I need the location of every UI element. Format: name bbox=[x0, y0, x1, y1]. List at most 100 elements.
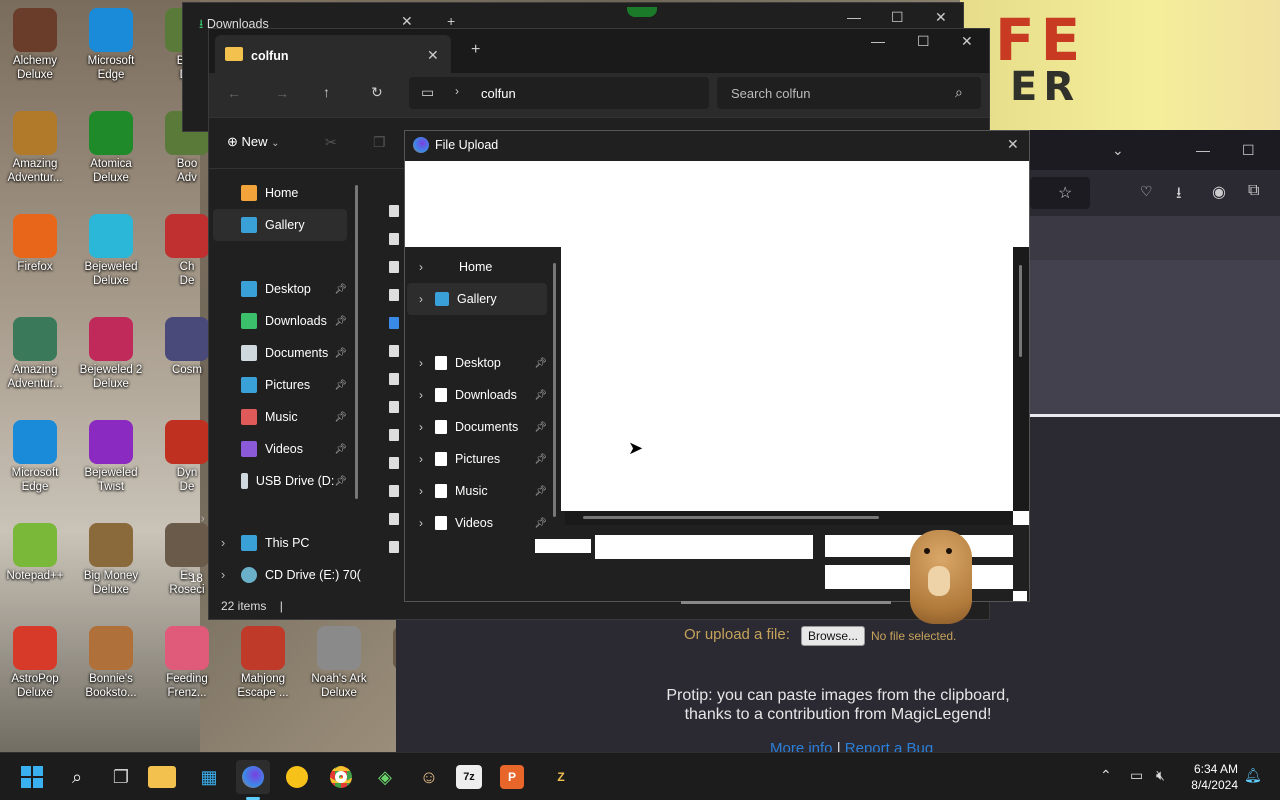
zuma-icon[interactable]: Z bbox=[544, 760, 578, 794]
file-icon[interactable] bbox=[389, 485, 399, 497]
file-explorer-taskbar-icon[interactable] bbox=[148, 766, 176, 788]
file-icon[interactable] bbox=[389, 541, 399, 553]
expand-chevron-icon[interactable]: › bbox=[407, 356, 435, 370]
dialog-nav-item[interactable]: › Home bbox=[407, 251, 547, 283]
desktop-icon[interactable]: Bejeweled 2 Deluxe bbox=[76, 317, 146, 391]
desktop-icon[interactable]: AstroPop Deluxe bbox=[0, 626, 70, 700]
file-icon[interactable] bbox=[389, 429, 399, 441]
pocket-icon[interactable]: ♡ bbox=[1140, 183, 1153, 200]
file-icon[interactable] bbox=[389, 373, 399, 385]
expand-chevron-icon[interactable]: › bbox=[407, 516, 435, 530]
store-icon[interactable]: ▦ bbox=[192, 760, 226, 794]
dialog-file-list[interactable] bbox=[561, 247, 1013, 511]
sticky-app-icon[interactable] bbox=[280, 760, 314, 794]
address-box[interactable]: ▭ › colfun bbox=[409, 77, 709, 109]
7zip-icon[interactable]: 7z bbox=[456, 765, 482, 789]
nav-this-pc[interactable]: › This PC bbox=[221, 527, 371, 559]
desktop-icon[interactable]: Notepad++ bbox=[0, 523, 70, 583]
firefox-maximize-icon[interactable]: ☐ bbox=[1242, 142, 1255, 159]
search-taskbar-icon[interactable]: ⌕ bbox=[60, 760, 94, 794]
expand-chevron-icon[interactable]: › bbox=[407, 420, 435, 434]
powerpoint-icon[interactable]: P bbox=[500, 765, 524, 789]
chrome-icon[interactable] bbox=[324, 760, 358, 794]
desktop-icon[interactable]: Feeding Frenz... bbox=[152, 626, 222, 700]
explorer-nav-item[interactable]: Gallery bbox=[213, 209, 347, 241]
volume-muted-icon[interactable]: 🔇︎ bbox=[1156, 767, 1165, 784]
dialog-vscroll-thumb[interactable] bbox=[1019, 265, 1022, 357]
downloads-minimize-icon[interactable]: — bbox=[847, 9, 861, 25]
explorer-nav-item[interactable]: Pictures 📌︎ bbox=[213, 369, 347, 401]
explorer-close-icon[interactable]: ✕ bbox=[961, 33, 973, 50]
notification-bell-icon[interactable]: 🔔︎ bbox=[1244, 767, 1262, 784]
explorer-minimize-icon[interactable]: — bbox=[871, 33, 885, 49]
task-view-icon[interactable]: ❐ bbox=[104, 760, 138, 794]
filename-input[interactable] bbox=[595, 535, 813, 559]
bookmark-star-icon[interactable]: ☆ bbox=[1058, 183, 1072, 203]
file-icon[interactable] bbox=[389, 289, 399, 301]
desktop-icon[interactable]: Noah's Ark Deluxe bbox=[304, 626, 374, 700]
account-icon[interactable]: ◉ bbox=[1212, 182, 1226, 202]
file-icon[interactable] bbox=[389, 513, 399, 525]
game-cube-icon[interactable]: ◈ bbox=[368, 760, 402, 794]
desktop-icon[interactable]: Big Money Deluxe bbox=[76, 523, 146, 597]
desktop-icon[interactable]: Mahjong Escape ... bbox=[228, 626, 298, 700]
explorer-nav-item[interactable]: Downloads 📌︎ bbox=[213, 305, 347, 337]
tab-list-icon[interactable]: ⌄ bbox=[1112, 142, 1124, 159]
desktop-icon[interactable]: Amazing Adventur... bbox=[0, 111, 70, 185]
dialog-nav-item[interactable]: › Gallery bbox=[407, 283, 547, 315]
search-box[interactable]: Search colfun ⌕ bbox=[717, 77, 981, 109]
dialog-close-icon[interactable]: ✕ bbox=[1007, 136, 1019, 153]
dialog-nav-item[interactable]: › Videos 📌︎ bbox=[407, 507, 547, 539]
forward-icon[interactable]: → bbox=[275, 85, 289, 101]
clock[interactable]: 6:34 AM 8/4/2024 bbox=[1182, 761, 1238, 793]
dialog-nav-item[interactable]: › Desktop 📌︎ bbox=[407, 347, 547, 379]
dialog-nav-scrollbar[interactable] bbox=[553, 263, 556, 517]
explorer-tab-close-icon[interactable]: ✕ bbox=[427, 47, 439, 64]
character-app-icon[interactable]: ☺ bbox=[412, 760, 446, 794]
desktop-icon[interactable]: Microsoft Edge bbox=[76, 8, 146, 82]
desktop-icon[interactable]: Microsoft Edge bbox=[0, 420, 70, 494]
browse-button[interactable]: Browse... bbox=[801, 626, 865, 646]
collapse-chevron-icon[interactable]: › bbox=[201, 513, 205, 525]
explorer-maximize-icon[interactable]: ☐ bbox=[917, 33, 930, 50]
expand-chevron-icon[interactable]: › bbox=[407, 292, 435, 306]
file-icon[interactable] bbox=[389, 205, 399, 217]
downloads-maximize-icon[interactable]: ☐ bbox=[891, 9, 904, 26]
dialog-nav-item[interactable]: › Downloads 📌︎ bbox=[407, 379, 547, 411]
dialog-vscroll[interactable] bbox=[1013, 247, 1029, 511]
downloads-new-tab-icon[interactable]: + bbox=[447, 13, 455, 29]
desktop-icon[interactable]: Bonnie's Booksto... bbox=[76, 626, 146, 700]
expand-chevron-icon[interactable]: › bbox=[407, 260, 435, 274]
file-icon[interactable] bbox=[389, 233, 399, 245]
explorer-nav-item[interactable]: Home bbox=[213, 177, 347, 209]
explorer-nav-item[interactable]: Videos 📌︎ bbox=[213, 433, 347, 465]
dialog-nav-item[interactable]: › Pictures 📌︎ bbox=[407, 443, 547, 475]
desktop-icon[interactable]: Firefox bbox=[0, 214, 70, 274]
explorer-nav-item[interactable]: USB Drive (D: 📌︎ bbox=[213, 465, 347, 497]
breadcrumb-colfun[interactable]: colfun bbox=[481, 86, 516, 101]
explorer-nav-item[interactable]: Documents 📌︎ bbox=[213, 337, 347, 369]
up-icon[interactable]: ↑ bbox=[323, 84, 330, 100]
back-icon[interactable]: ← bbox=[227, 85, 241, 101]
resize-grip-icon[interactable] bbox=[1013, 591, 1027, 601]
firefox-taskbar-icon[interactable] bbox=[236, 760, 270, 794]
new-button[interactable]: ⊕ New ⌄ bbox=[227, 134, 280, 150]
expand-chevron-icon[interactable]: › bbox=[407, 388, 435, 402]
file-icon[interactable] bbox=[389, 261, 399, 273]
dialog-nav-item[interactable]: › Music 📌︎ bbox=[407, 475, 547, 507]
file-icon[interactable] bbox=[389, 317, 399, 329]
dialog-nav-item[interactable]: › Documents 📌︎ bbox=[407, 411, 547, 443]
file-icon[interactable] bbox=[389, 457, 399, 469]
file-icon[interactable] bbox=[389, 401, 399, 413]
dialog-hscroll-thumb[interactable] bbox=[583, 516, 879, 519]
expand-chevron-icon[interactable]: › bbox=[407, 452, 435, 466]
tray-chevron-icon[interactable]: ⌃ bbox=[1100, 767, 1112, 784]
copy-icon[interactable]: ❐ bbox=[373, 134, 386, 151]
start-button[interactable] bbox=[15, 760, 49, 794]
desktop-icon[interactable]: Alchemy Deluxe bbox=[0, 8, 70, 82]
firefox-minimize-icon[interactable]: — bbox=[1196, 142, 1210, 158]
network-icon[interactable]: ▭ bbox=[1130, 767, 1143, 784]
explorer-tab[interactable]: colfun ✕ bbox=[215, 35, 451, 73]
cut-icon[interactable]: ✂ bbox=[325, 134, 337, 151]
downloads-icon[interactable]: ⭳ bbox=[1176, 182, 1182, 209]
